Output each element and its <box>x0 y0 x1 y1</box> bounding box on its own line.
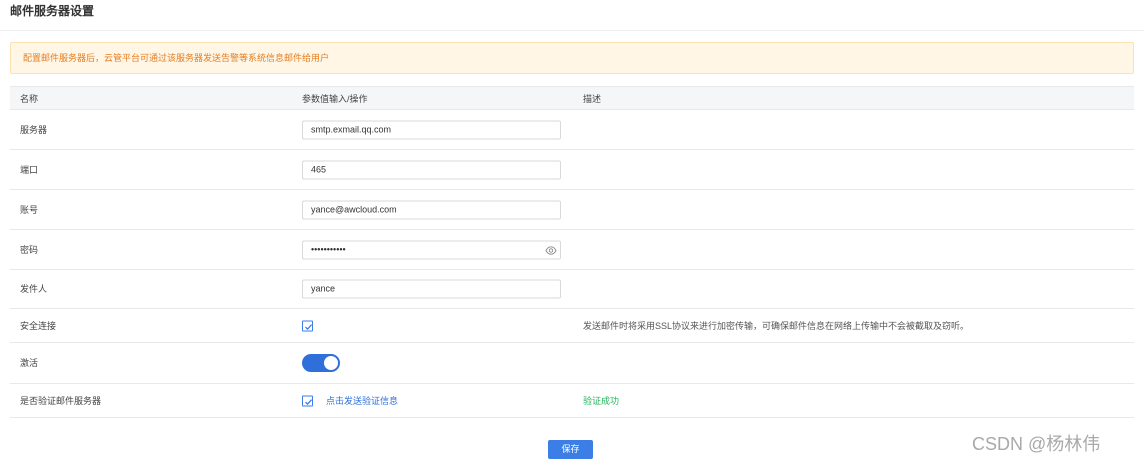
page-title: 邮件服务器设置 <box>10 4 95 18</box>
column-header-description: 描述 <box>583 94 602 104</box>
table-row-secure-connection: 安全连接 发送邮件时将采用SSL协议来进行加密传输，可确保邮件信息在网络上传输中… <box>10 309 1134 343</box>
check-icon <box>305 323 313 330</box>
account-label: 账号 <box>20 204 39 215</box>
check-icon <box>305 398 313 405</box>
activate-label: 激活 <box>20 358 39 368</box>
table-row-sender: 发件人 yance <box>10 270 1134 309</box>
sender-input[interactable]: yance <box>302 279 561 299</box>
sender-label: 发件人 <box>20 284 48 294</box>
activate-toggle[interactable] <box>302 354 340 372</box>
server-label: 服务器 <box>20 124 48 135</box>
password-label: 密码 <box>20 244 39 255</box>
save-button[interactable]: 保存 <box>548 440 593 459</box>
port-label: 端口 <box>20 164 39 175</box>
notice-text: 配置邮件服务器后，云管平台可通过该服务器发送告警等系统信息邮件给用户 <box>23 53 330 63</box>
secure-connection-checkbox[interactable] <box>302 320 313 331</box>
verify-server-checkbox[interactable] <box>302 395 313 406</box>
table-row-activate: 激活 <box>10 343 1134 384</box>
table-row-port: 端口 465 <box>10 150 1134 190</box>
table-header: 名称 参数值输入/操作 描述 <box>10 86 1134 110</box>
column-header-param: 参数值输入/操作 <box>302 94 368 104</box>
account-input[interactable]: yance@awcloud.com <box>302 200 561 219</box>
column-header-name: 名称 <box>20 94 39 104</box>
table-row-verify-server: 是否验证邮件服务器 点击发送验证信息 验证成功 <box>10 384 1134 418</box>
password-input[interactable]: ••••••••••• <box>302 240 561 259</box>
eye-icon[interactable] <box>545 244 557 256</box>
table-row-password: 密码 ••••••••••• <box>10 230 1134 270</box>
watermark: CSDN @杨林伟 <box>972 434 1101 454</box>
toggle-knob <box>324 356 338 370</box>
port-input[interactable]: 465 <box>302 160 561 179</box>
password-value: ••••••••••• <box>311 244 346 254</box>
table-row-server: 服务器 smtp.exmail.qq.com <box>10 110 1134 150</box>
verify-server-label: 是否验证邮件服务器 <box>20 395 102 406</box>
page-header: 邮件服务器设置 <box>0 0 1144 31</box>
settings-table: 名称 参数值输入/操作 描述 服务器 smtp.exmail.qq.com 端口… <box>10 86 1134 418</box>
table-row-account: 账号 yance@awcloud.com <box>10 190 1134 230</box>
info-notice: 配置邮件服务器后，云管平台可通过该服务器发送告警等系统信息邮件给用户 <box>10 42 1134 74</box>
verification-status: 验证成功 <box>583 395 620 406</box>
server-input[interactable]: smtp.exmail.qq.com <box>302 120 561 139</box>
secure-connection-label: 安全连接 <box>20 320 57 331</box>
secure-connection-description: 发送邮件时将采用SSL协议来进行加密传输，可确保邮件信息在网络上传输中不会被截取… <box>583 320 970 331</box>
send-verification-link[interactable]: 点击发送验证信息 <box>326 395 398 407</box>
mail-server-settings-page: 邮件服务器设置 配置邮件服务器后，云管平台可通过该服务器发送告警等系统信息邮件给… <box>0 0 1144 464</box>
